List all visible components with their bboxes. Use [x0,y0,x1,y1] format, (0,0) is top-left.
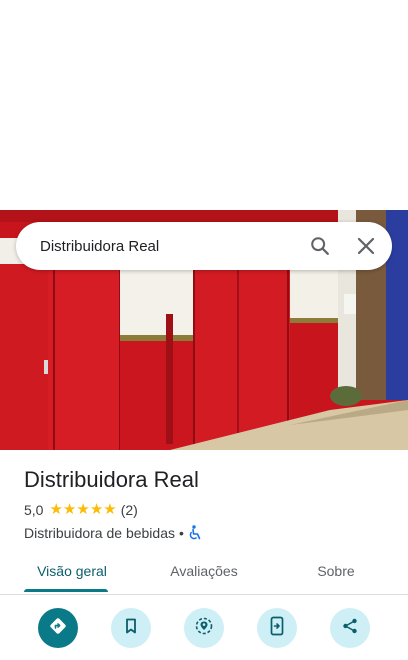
star-rating: ★ ★ ★ ★ ★ [49,502,116,518]
search-input[interactable]: Distribuidora Real [16,238,300,255]
nearby-icon [194,616,214,641]
place-category[interactable]: Distribuidora de bebidas [24,525,175,541]
rating-row[interactable]: 5,0 ★ ★ ★ ★ ★ (2) [24,500,394,520]
star-icon: ★ [49,501,63,518]
star-icon: ★ [62,501,77,518]
star-icon: ★ [76,501,90,518]
nearby-button[interactable] [184,608,224,648]
category-row: Distribuidora de bebidas • [24,523,394,543]
save-button[interactable] [111,608,151,648]
active-tab-indicator [24,589,108,592]
share-icon [341,617,359,640]
separator-dot: • [178,525,184,541]
review-count[interactable]: (2) [121,502,138,518]
place-title: Distribuidora Real [24,467,199,492]
place-info: Distribuidora Real 5,0 ★ ★ ★ ★ ★ (2) Dis… [24,466,394,543]
share-button[interactable] [330,608,370,648]
wheelchair-accessible-icon [188,525,202,541]
star-icon: ★ [89,501,104,518]
action-buttons [0,608,408,660]
tab-reviews[interactable]: Avaliações [156,552,252,594]
bookmark-icon [122,617,140,640]
blank-area [0,0,408,210]
directions-button[interactable] [38,608,78,648]
rating-value: 5,0 [24,502,44,518]
star-icon: ★ [103,501,117,518]
tab-about[interactable]: Sobre [290,552,382,594]
directions-icon [48,616,68,641]
close-icon[interactable] [346,226,386,266]
send-to-phone-button[interactable] [257,608,297,648]
search-icon[interactable] [300,226,340,266]
search-bar[interactable]: Distribuidora Real [16,222,392,270]
send-to-phone-icon [268,616,286,641]
tab-overview[interactable]: Visão geral [24,552,120,594]
